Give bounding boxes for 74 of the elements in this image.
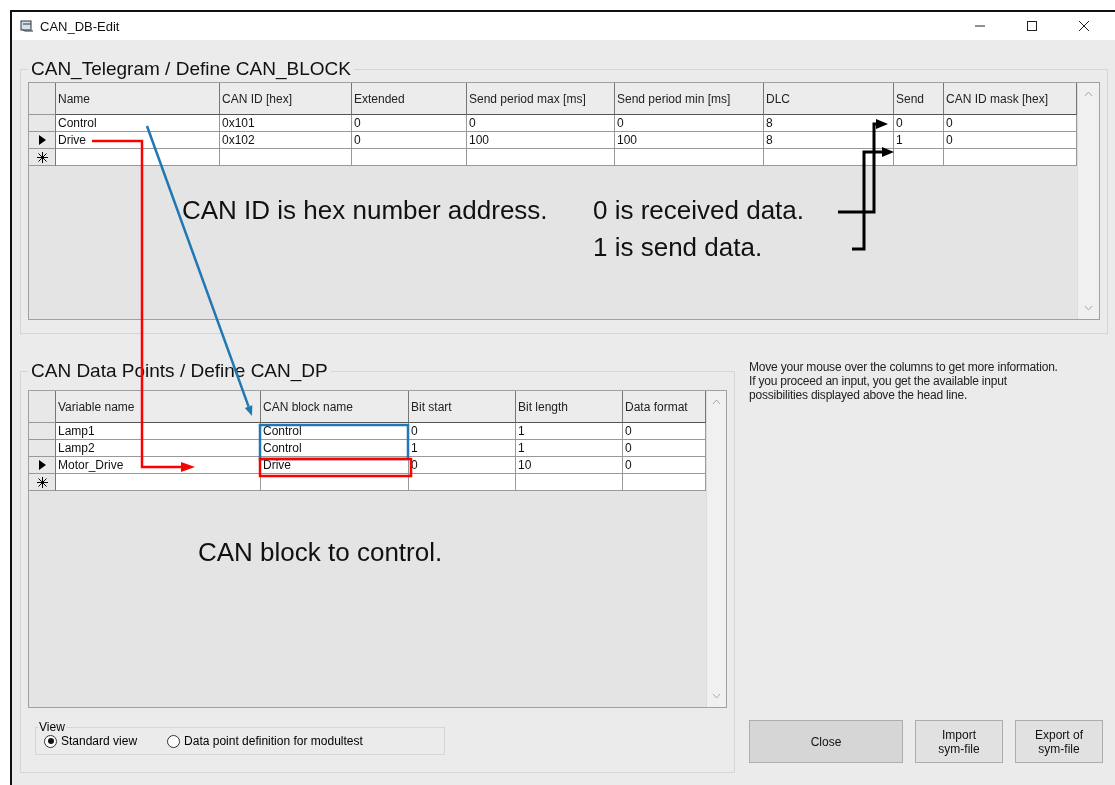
table-cell: 0 — [352, 115, 467, 132]
dialog-button[interactable]: Import sym-file — [915, 720, 1003, 763]
annotation-text: 0 is received data. — [593, 195, 804, 226]
table-cell: 0x102 — [220, 132, 352, 149]
table-cell: Control — [56, 115, 220, 132]
help-text: Move your mouse over the columns to get more information. If you proceed an input, you get the available input possibilities displayed above the head line. — [749, 360, 1059, 402]
table-cell: 0 — [467, 115, 615, 132]
column-header[interactable]: DLC — [764, 83, 894, 115]
scrollbar[interactable] — [706, 391, 726, 707]
table-cell: 0 — [615, 115, 764, 132]
column-header[interactable]: Variable name — [56, 391, 261, 423]
dialog-button[interactable]: Close — [749, 720, 903, 763]
dialog-button[interactable]: Export of sym-file — [1015, 720, 1103, 763]
window-title: CAN_DB-Edit — [40, 18, 120, 34]
radio-icon[interactable] — [44, 734, 57, 748]
table-cell: Control — [261, 440, 409, 457]
column-header[interactable]: CAN ID [hex] — [220, 83, 352, 115]
group-title: CAN_Telegram / Define CAN_BLOCK — [30, 58, 352, 80]
close-icon[interactable] — [1078, 20, 1090, 32]
column-header[interactable]: Bit length — [516, 391, 623, 423]
group-title: View — [38, 720, 66, 734]
window-app-icon — [20, 20, 34, 32]
row-header[interactable] — [29, 474, 56, 491]
table-cell: 0 — [944, 132, 1077, 149]
row-header[interactable] — [29, 149, 56, 166]
new-row-icon — [36, 476, 48, 488]
current-row-icon — [38, 460, 46, 470]
table-cell: 10 — [516, 457, 623, 474]
scrollbar[interactable] — [1077, 83, 1099, 319]
column-header[interactable]: Send — [894, 83, 944, 115]
column-header[interactable]: Data format — [623, 391, 706, 423]
new-row-icon — [36, 151, 48, 163]
table-cell: 100 — [467, 132, 615, 149]
table-cell: 0 — [944, 115, 1077, 132]
radio-option[interactable]: Standard view — [44, 734, 138, 748]
row-header[interactable] — [29, 132, 56, 149]
column-header[interactable]: Bit start — [409, 391, 516, 423]
annotation-text: CAN ID is hex number address. — [182, 195, 548, 226]
scroll-down-icon[interactable] — [712, 693, 721, 699]
table-cell: 0 — [623, 440, 706, 457]
table-cell: 8 — [764, 132, 894, 149]
table-cell: 0 — [352, 132, 467, 149]
radio-option[interactable]: Data point definition for modultest — [167, 734, 363, 748]
table-cell: 8 — [764, 115, 894, 132]
radio-icon[interactable] — [167, 734, 181, 748]
table-cell: 1 — [516, 440, 623, 457]
column-header[interactable]: Name — [56, 83, 220, 115]
table-cell: 1 — [894, 132, 944, 149]
table-cell: Drive — [56, 132, 220, 149]
table-cell: 0x101 — [220, 115, 352, 132]
row-header[interactable] — [29, 457, 56, 474]
column-header[interactable]: Send period min [ms] — [615, 83, 764, 115]
annotation-text: 1 is send data. — [593, 232, 763, 263]
current-row-icon — [38, 135, 46, 145]
scroll-up-icon[interactable] — [1084, 91, 1093, 97]
table-cell: 1 — [409, 440, 516, 457]
table-cell: Lamp1 — [56, 423, 261, 440]
column-header[interactable]: Extended — [352, 83, 467, 115]
column-header[interactable]: Send period max [ms] — [467, 83, 615, 115]
table-cell: 0 — [623, 423, 706, 440]
table-cell: 0 — [409, 423, 516, 440]
table-cell: 0 — [409, 457, 516, 474]
scroll-down-icon[interactable] — [1084, 305, 1093, 311]
column-header[interactable]: CAN ID mask [hex] — [944, 83, 1077, 115]
table-cell: Motor_Drive — [56, 457, 261, 474]
maximize-icon[interactable] — [1026, 20, 1038, 32]
table-cell: 0 — [894, 115, 944, 132]
scroll-up-icon[interactable] — [712, 399, 721, 405]
annotation-text: CAN block to control. — [198, 537, 443, 568]
table-cell: Lamp2 — [56, 440, 261, 457]
table-cell: 1 — [516, 423, 623, 440]
table-cell: 0 — [623, 457, 706, 474]
table-cell: 100 — [615, 132, 764, 149]
column-header[interactable]: CAN block name — [261, 391, 409, 423]
